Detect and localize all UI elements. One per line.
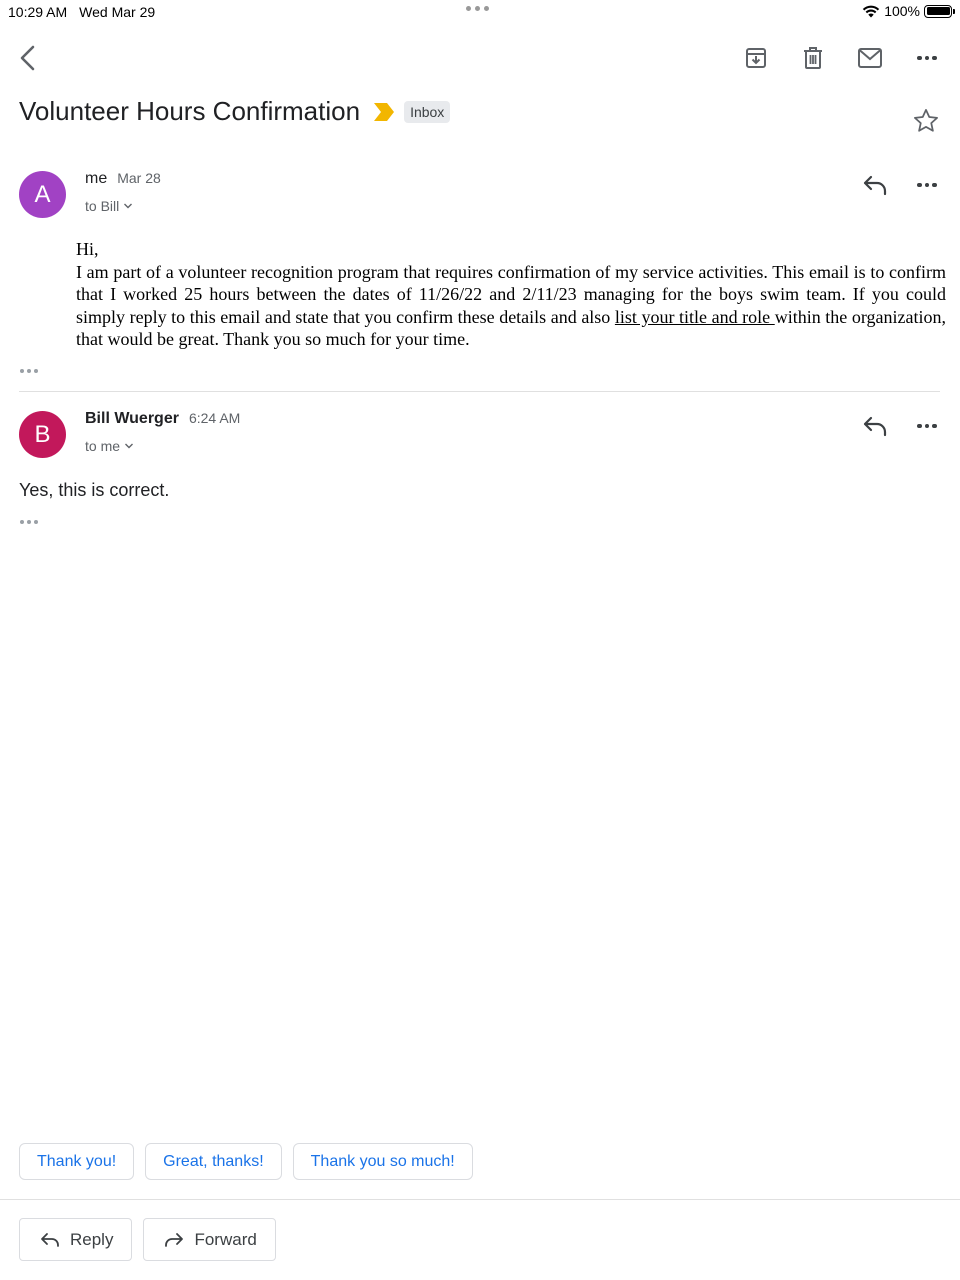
sender-name: me [85,170,108,187]
reply-icon [41,1232,59,1247]
forward-button[interactable]: Forward [143,1218,276,1261]
avatar[interactable]: A [19,171,66,218]
forward-icon [165,1232,184,1247]
recipient-toggle[interactable]: to Bill [85,198,133,214]
email-toolbar [0,36,960,80]
status-time: 10:29 AM [8,4,68,20]
chevron-down-icon [124,203,133,209]
status-bar: 10:29 AM Wed Mar 29 100% [0,0,960,24]
more-options-icon[interactable] [911,42,943,74]
trash-icon[interactable] [797,42,829,74]
back-icon[interactable] [12,42,44,74]
inbox-label-badge[interactable]: Inbox [404,100,451,123]
recipient-label: to me [85,438,121,454]
mail-icon[interactable] [854,42,886,74]
reply-icon[interactable] [860,411,890,441]
reply-icon[interactable] [860,170,890,200]
more-options-icon[interactable] [912,411,942,441]
underlined-text: list your title and role [614,306,775,327]
greeting: Hi, [76,239,99,259]
show-trimmed-content-icon[interactable] [20,517,44,527]
archive-icon[interactable] [740,42,772,74]
message-body: Yes, this is correct. [19,480,170,500]
chevron-down-icon [125,443,134,449]
reply-button[interactable]: Reply [19,1218,133,1261]
body-paragraph: I am part of a volunteer recognition pro… [76,261,946,350]
reply-label: Reply [70,1229,114,1249]
important-marker-icon[interactable] [374,102,395,121]
message-time: 6:24 AM [188,410,241,426]
forward-label: Forward [194,1229,257,1249]
message-divider [19,391,940,392]
avatar[interactable]: B [19,411,66,458]
show-trimmed-content-icon[interactable] [20,366,44,376]
message-date: Mar 28 [117,170,161,186]
wifi-icon [862,5,880,18]
sender-name: Bill Wuerger [85,410,179,427]
star-icon[interactable] [912,107,940,135]
recipient-label: to Bill [85,198,120,214]
smart-reply-bar: Thank you! Great, thanks! Thank you so m… [19,1143,473,1180]
recipient-toggle[interactable]: to me [85,438,134,454]
subject-row: Volunteer Hours Confirmation Inbox [19,96,451,127]
action-bar: Reply Forward [19,1218,276,1261]
more-options-icon[interactable] [912,170,942,200]
battery-icon [924,4,955,18]
multitask-dots-icon[interactable] [466,6,489,11]
email-subject: Volunteer Hours Confirmation [19,96,361,126]
message-body: Hi, I am part of a volunteer recognition… [76,238,946,351]
smart-reply-chip[interactable]: Thank you so much! [292,1143,473,1180]
bottom-divider [0,1199,960,1200]
smart-reply-chip[interactable]: Thank you! [19,1143,135,1180]
battery-percent: 100% [884,3,920,19]
smart-reply-chip[interactable]: Great, thanks! [145,1143,282,1180]
status-date: Wed Mar 29 [79,4,156,20]
